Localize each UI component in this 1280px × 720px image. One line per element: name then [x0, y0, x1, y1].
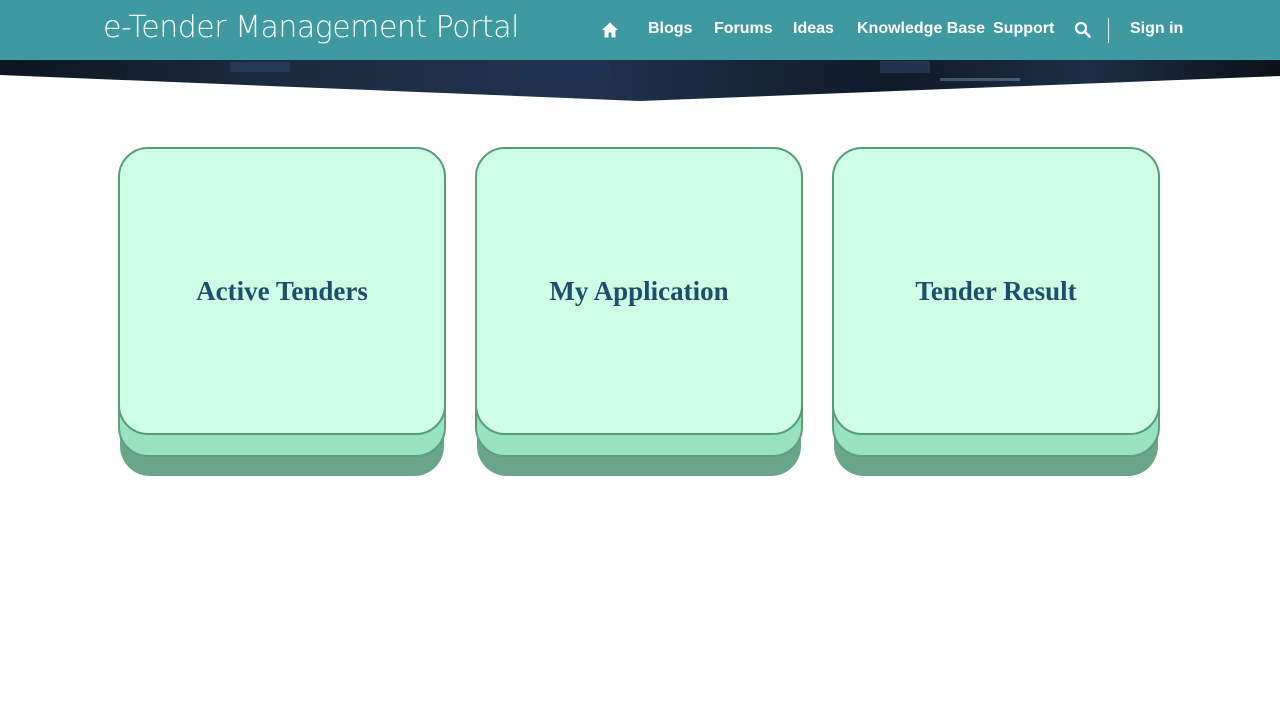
tile-face: Active Tenders	[118, 147, 446, 435]
active-tenders-tile[interactable]: Active Tenders	[118, 147, 446, 477]
nav-divider	[1108, 18, 1109, 43]
nav-support-link[interactable]: Support	[993, 20, 1054, 38]
tile-face: My Application	[475, 147, 803, 435]
home-icon[interactable]	[601, 21, 619, 39]
my-application-tile[interactable]: My Application	[475, 147, 803, 477]
tile-label: Tender Result	[915, 275, 1077, 306]
nav-ideas-link[interactable]: Ideas	[793, 20, 834, 38]
search-icon[interactable]	[1074, 21, 1091, 38]
nav-knowledge-base-link[interactable]: Knowledge Base	[857, 20, 985, 38]
hero-banner-strip	[0, 60, 1280, 101]
sign-in-link[interactable]: Sign in	[1130, 20, 1183, 38]
nav-forums-link[interactable]: Forums	[714, 20, 773, 38]
tile-face: Tender Result	[832, 147, 1160, 435]
nav-blogs-link[interactable]: Blogs	[648, 20, 692, 38]
top-navbar: e-Tender Management Portal Blogs Forums …	[0, 0, 1280, 60]
tile-label: My Application	[549, 275, 729, 306]
tile-label: Active Tenders	[196, 275, 368, 306]
tender-result-tile[interactable]: Tender Result	[832, 147, 1160, 477]
brand-title[interactable]: e-Tender Management Portal	[103, 10, 519, 45]
